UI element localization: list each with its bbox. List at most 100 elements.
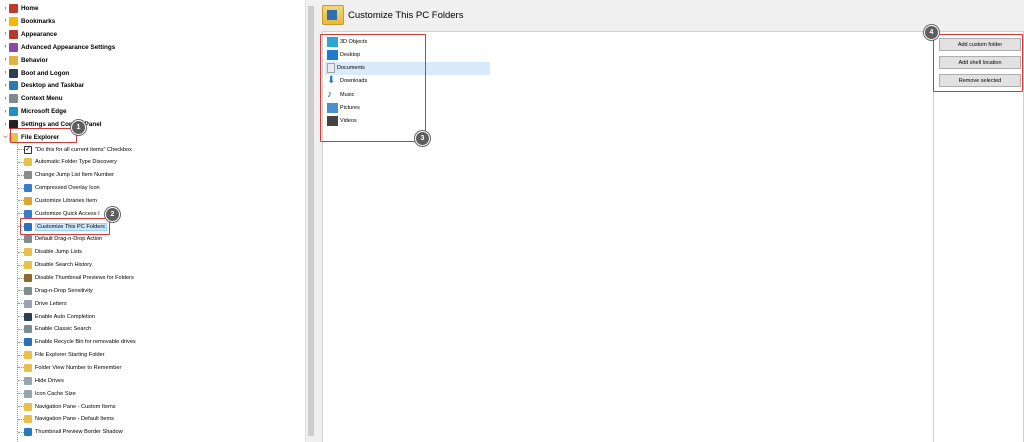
annotation-box-customize-pc [20,218,110,235]
tree-sub-item[interactable]: Automatic Folder Type Discovery [24,156,117,169]
tree-sub-item[interactable]: Drive Letters [24,297,67,310]
behavior-icon [9,55,18,65]
tree-sub-item[interactable]: File Explorer Starting Folder [24,349,105,362]
annotation-box-file-explorer [10,128,77,143]
tree-item-label: Folder View Number to Remember [35,364,122,371]
drive-icon [24,299,32,308]
palette-advanced-icon [9,42,18,52]
tree-item-edge[interactable]: › Microsoft Edge [0,105,66,118]
folder-icon [24,402,32,411]
tree-sub-item[interactable]: Navigation Pane - Default Items [24,413,114,426]
tree-branch-line [18,149,24,150]
tree-branch-line [18,380,24,382]
tree-sub-item[interactable]: Folder View Number to Remember [24,361,121,374]
tree-sub-item[interactable]: Icon Cache Size [24,387,76,400]
tree-sub-item[interactable]: Thumbnail Preview Border Shadow [24,426,123,439]
tree-sub-item[interactable]: Disable Thumbnail Previews for Folders [24,272,134,285]
tree-item-palette[interactable]: › Appearance [0,28,57,41]
edge-icon [9,107,18,117]
page-header: Customize This PC Folders [322,4,463,26]
tree-scrollbar-thumb[interactable] [308,6,314,436]
tree-item-label: Default Drag-n-Drop Action [35,236,103,243]
page-title: Customize This PC Folders [348,9,464,21]
tree-item-label: Context Menu [21,95,63,103]
tree-sub-item[interactable]: ✓ "Do this for all current items" Checkbo… [24,143,132,156]
tree-item-label: Drag-n-Drop Sensitivity [35,287,93,294]
tree-sub-item[interactable]: Enable Auto Completion [24,310,95,323]
tree-item-context-menu[interactable]: › Context Menu [0,92,63,105]
tree-branch-line [18,161,24,163]
tree-sub-item[interactable]: Drag-n-Drop Sensitivity [24,284,93,297]
boot-icon [9,68,18,78]
tree-branch-line [18,200,24,202]
tree-item-boot[interactable]: › Boot and Logon [0,67,69,80]
folder-icon [24,351,32,360]
drive-icon [24,376,32,385]
tree-item-label: Behavior [21,56,48,64]
tree-sub-item[interactable]: Enable Recycle Bin for removable drives [24,336,136,349]
cursor-icon [24,312,32,321]
tree-item-label: Automatic Folder Type Discovery [35,159,117,166]
tree-sub-item[interactable]: Hide Drives [24,374,64,387]
tree-item-label: "Do this for all current items" Checkbox [35,146,132,153]
expand-icon[interactable]: › [2,31,9,37]
collapse-icon[interactable]: ⌵ [2,134,9,141]
tree-item-label: Boot and Logon [21,69,70,77]
tree-sub-item[interactable]: Navigation Pane - Custom Items [24,400,116,413]
tree-item-label: Customize Quick Access I [35,210,100,217]
tree-item-label: Appearance [21,30,58,38]
tree-item-label: Advanced Appearance Settings [21,43,116,51]
tree-scrollbar[interactable] [305,0,315,442]
tree-item-home[interactable]: › Home [0,2,39,15]
tree-item-palette-advanced[interactable]: › Advanced Appearance Settings [0,41,115,54]
palette-icon [9,29,18,39]
folder-icon [24,261,32,270]
expand-icon[interactable]: › [2,83,9,89]
tree-branch-line [18,354,24,356]
annotation-marker-4: 4 [924,25,939,40]
tree-item-label: Disable Search History [35,262,92,269]
recycle-icon [24,338,32,347]
expand-icon[interactable]: › [2,18,9,24]
tree-branch-line [18,431,24,433]
annotation-box-buttons [933,34,1023,92]
tree-sub-item[interactable]: Disable Jump Lists [24,246,82,259]
tree-sub-item[interactable]: Change Jump List Item Number [24,169,114,182]
thumbnail-icon [24,428,32,437]
star-icon [9,16,18,26]
expand-icon[interactable]: › [2,44,9,50]
tree-sub-item[interactable]: Disable Search History [24,259,92,272]
tree-sub-item[interactable]: Enable Classic Search [24,323,91,336]
tree-sub-item[interactable]: Customize Libraries Item [24,194,97,207]
arrows-icon [24,184,32,193]
tree-item-star[interactable]: › Bookmarks [0,15,55,28]
tree-item-label: Disable Thumbnail Previews for Folders [35,275,134,281]
tree-branch-line [18,174,24,176]
tree-branch-line [18,238,24,240]
tree-item-label: Customize Libraries Item [35,197,97,204]
tree-item-label: Microsoft Edge [21,108,67,116]
tree-branch-line [18,277,24,279]
expand-icon[interactable]: › [2,57,9,63]
tree-item-label: Compressed Overlay Icon [35,185,100,192]
expand-icon[interactable]: › [2,6,9,12]
library-icon [24,196,32,205]
annotation-marker-3: 3 [415,131,430,146]
expand-icon[interactable]: › [2,122,9,128]
tree-item-label: Desktop and Taskbar [21,82,85,90]
tree-item-behavior[interactable]: › Behavior [0,54,48,67]
tree-item-label: Thumbnail Preview Border Shadow [35,429,123,436]
tree-branch-line [18,251,24,253]
tree-branch-line [18,187,24,189]
pc-folder-icon [322,5,344,25]
tree-item-desktop[interactable]: › Desktop and Taskbar [0,79,84,92]
expand-icon[interactable]: › [2,96,9,102]
tree-item-label: Bookmarks [21,17,56,25]
tree-item-label: Navigation Pane - Default Items [35,416,114,423]
expand-icon[interactable]: › [2,70,9,76]
button-panel: Add custom folder Add shell location Rem… [933,31,1024,442]
expand-icon[interactable]: › [2,109,9,115]
tree-branch-line [18,316,24,318]
tree-sub-item[interactable]: Compressed Overlay Icon [24,182,100,195]
tree-item-label: Enable Auto Completion [35,313,96,320]
